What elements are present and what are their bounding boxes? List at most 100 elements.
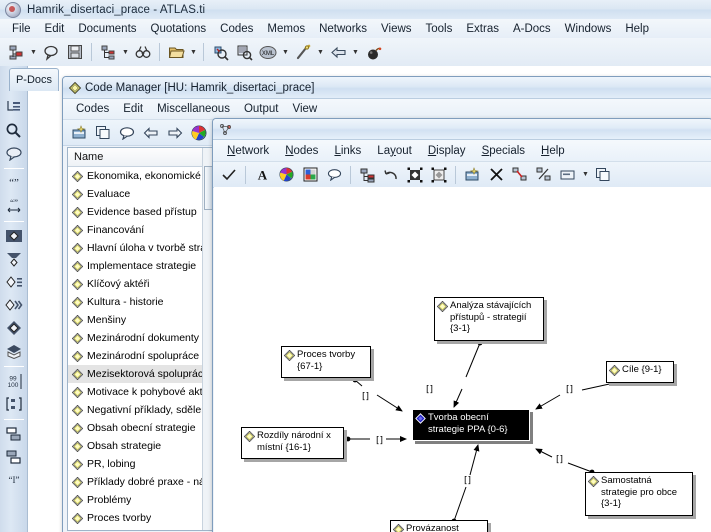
open-coding-icon[interactable]: [2, 340, 26, 362]
brackets-icon[interactable]: [2, 393, 26, 415]
network-link-label[interactable]: []: [464, 476, 471, 486]
code-list-item[interactable]: Financování: [68, 221, 213, 239]
memo-balloon-icon[interactable]: [2, 142, 26, 164]
quotation-span-icon[interactable]: “”: [2, 195, 26, 217]
cm-menu-output[interactable]: Output: [237, 101, 286, 117]
code-list-item[interactable]: Mezisektorová spolupráce: [68, 365, 213, 383]
color-wheel-icon[interactable]: [188, 122, 210, 144]
nv-menu-layout[interactable]: Layout: [369, 143, 420, 159]
network-node[interactable]: Proces tvorby {67-1}: [281, 346, 371, 378]
node-color-icon[interactable]: [299, 164, 321, 186]
code-list-item[interactable]: Motivace k pohybové akt: [68, 383, 213, 401]
label-node-icon[interactable]: [557, 164, 579, 186]
network-link-label[interactable]: []: [426, 385, 433, 395]
network-link-label[interactable]: []: [376, 436, 383, 446]
menu-codes[interactable]: Codes: [213, 21, 260, 37]
code-list-header-name[interactable]: Name: [68, 148, 213, 167]
code-list-item[interactable]: Implementace strategie: [68, 257, 213, 275]
link-proces-tvorba[interactable]: [352, 377, 403, 412]
search-balloon-icon[interactable]: [40, 41, 62, 63]
open-folder-icon[interactable]: [165, 41, 187, 63]
code-list[interactable]: Name Ekonomika, ekonomické Evaluace Eviden…: [67, 147, 214, 531]
wand-dropdown[interactable]: ▼: [315, 41, 326, 63]
open-folder-dropdown[interactable]: ▼: [188, 41, 199, 63]
menu-edit[interactable]: Edit: [38, 21, 72, 37]
code-list-item[interactable]: Evaluace: [68, 185, 213, 203]
menu-views[interactable]: Views: [374, 21, 418, 37]
xml-explorer-icon[interactable]: XML: [257, 41, 279, 63]
nv-menu-nodes[interactable]: Nodes: [277, 143, 326, 159]
code-list-icon[interactable]: [2, 225, 26, 247]
coocurrence-icon[interactable]: [233, 41, 255, 63]
code-list-item[interactable]: Proces tvorby: [68, 509, 213, 527]
network-node[interactable]: Samostatná strategie pro obce {3-1}: [585, 472, 693, 516]
menu-windows[interactable]: Windows: [558, 21, 619, 37]
network-node[interactable]: Provázanostnárodní x místní{25-1}: [390, 520, 488, 532]
import-nodes-icon[interactable]: [461, 164, 483, 186]
menu-adocs[interactable]: A-Docs: [506, 21, 558, 37]
select-all-nodes-icon[interactable]: [404, 164, 426, 186]
numbering-icon[interactable]: 99 100: [2, 370, 26, 392]
code-list-item[interactable]: Mezinárodní dokumenty: [68, 329, 213, 347]
document-tree-icon[interactable]: [2, 96, 26, 118]
network-node[interactable]: Tvorba obecní strategie PPA {0-6}: [412, 409, 530, 441]
checkmark-icon[interactable]: [218, 164, 240, 186]
next-arrow-icon[interactable]: [164, 122, 186, 144]
code-manager-menubar[interactable]: Codes Edit Miscellaneous Output View: [63, 99, 711, 120]
code-list-item[interactable]: Menšiny: [68, 311, 213, 329]
hierarchy-layout-icon[interactable]: [356, 164, 378, 186]
code-list-item[interactable]: Ekonomika, ekonomické: [68, 167, 213, 185]
save-icon[interactable]: [64, 41, 86, 63]
network-node[interactable]: Analýza stávajících přístupů - strategií{…: [434, 297, 544, 341]
memo-balloon-icon[interactable]: [116, 122, 138, 144]
nv-menu-help[interactable]: Help: [533, 143, 573, 159]
assign-documents-icon[interactable]: [5, 41, 27, 63]
split-top-icon[interactable]: [2, 423, 26, 445]
code-list-item[interactable]: Hlavní úloha v tvorbě stra: [68, 239, 213, 257]
code-list-item[interactable]: Klíčový aktéři: [68, 275, 213, 293]
wand-icon[interactable]: [292, 41, 314, 63]
network-link-label[interactable]: []: [362, 392, 369, 402]
cm-menu-view[interactable]: View: [285, 101, 324, 117]
network-node[interactable]: Rozdíly národní x místní {16-1}: [241, 427, 344, 459]
back-arrow-dropdown[interactable]: ▼: [350, 41, 361, 63]
code-list-item[interactable]: Evidence based přístup: [68, 203, 213, 221]
nv-menu-links[interactable]: Links: [326, 143, 369, 159]
network-view-menubar[interactable]: Network Nodes Links Layout Display Speci…: [213, 140, 711, 162]
code-list-item[interactable]: Negativní příklady, sdělen: [68, 401, 213, 419]
prev-arrow-icon[interactable]: [140, 122, 162, 144]
menu-file[interactable]: File: [5, 21, 38, 37]
quotation-marks-icon[interactable]: “”: [2, 172, 26, 194]
split-bottom-icon[interactable]: [2, 446, 26, 468]
undo-icon[interactable]: [380, 164, 402, 186]
deselect-nodes-icon[interactable]: [428, 164, 450, 186]
binoculars-icon[interactable]: [132, 41, 154, 63]
code-list-item[interactable]: Problémy: [68, 491, 213, 509]
nv-menu-network[interactable]: Network: [219, 143, 277, 159]
quote-width-icon[interactable]: “I”: [2, 469, 26, 491]
unlink-nodes-icon[interactable]: [533, 164, 555, 186]
cm-menu-codes[interactable]: Codes: [69, 101, 116, 117]
code-network-icon[interactable]: [2, 317, 26, 339]
code-list-item[interactable]: Mezinárodní spolupráce: [68, 347, 213, 365]
app-menubar[interactable]: File Edit Documents Quotations Codes Mem…: [0, 19, 711, 39]
copy-icon[interactable]: [92, 122, 114, 144]
link-nodes-icon[interactable]: [509, 164, 531, 186]
code-list-item[interactable]: Obsah obecní strategie: [68, 419, 213, 437]
font-bold-A-icon[interactable]: A: [251, 164, 273, 186]
code-list-item[interactable]: Kultura - historie: [68, 293, 213, 311]
memo-balloon-icon[interactable]: [323, 164, 345, 186]
network-canvas[interactable]: Analýza stávajících přístupů - strategií{…: [214, 187, 711, 532]
new-code-icon[interactable]: [68, 122, 90, 144]
cm-menu-edit[interactable]: Edit: [116, 101, 150, 117]
copy-icon[interactable]: [592, 164, 614, 186]
hierarchy-dropdown[interactable]: ▼: [120, 41, 131, 63]
hierarchy-icon[interactable]: [97, 41, 119, 63]
code-list-item[interactable]: Obsah strategie: [68, 437, 213, 455]
cm-menu-miscellaneous[interactable]: Miscellaneous: [150, 101, 237, 117]
magnifier-icon[interactable]: [2, 119, 26, 141]
color-wheel-icon[interactable]: [275, 164, 297, 186]
network-link-label[interactable]: []: [566, 385, 573, 395]
nv-menu-display[interactable]: Display: [420, 143, 474, 159]
assign-documents-dropdown[interactable]: ▼: [28, 41, 39, 63]
